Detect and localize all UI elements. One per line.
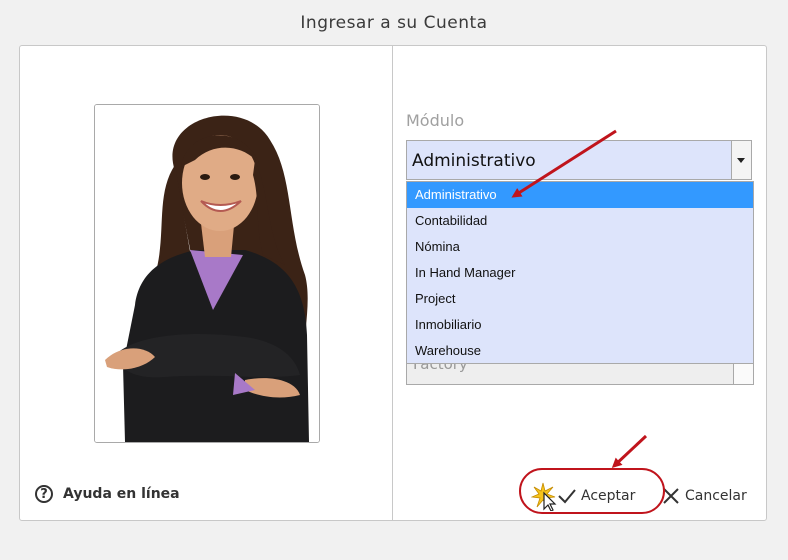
window-title: Ingresar a su Cuenta xyxy=(300,13,488,33)
module-options-list: Administrativo Contabilidad Nómina In Ha… xyxy=(406,181,754,364)
check-icon xyxy=(558,489,576,504)
module-option-contabilidad[interactable]: Contabilidad xyxy=(407,208,753,234)
module-option-in-hand-manager[interactable]: In Hand Manager xyxy=(407,260,753,286)
cancel-button[interactable]: Cancelar xyxy=(662,482,747,510)
woman-portrait-illustration xyxy=(95,105,319,442)
module-option-warehouse[interactable]: Warehouse xyxy=(407,338,753,364)
panel-divider xyxy=(392,46,393,520)
module-option-inmobiliario[interactable]: Inmobiliario xyxy=(407,312,753,338)
module-label: Módulo xyxy=(406,111,465,130)
question-circle-icon: ? xyxy=(35,485,53,503)
module-select[interactable]: Administrativo xyxy=(406,140,752,180)
online-help-label: Ayuda en línea xyxy=(63,486,180,502)
module-option-nomina[interactable]: Nómina xyxy=(407,234,753,260)
chevron-down-icon[interactable] xyxy=(731,141,751,179)
secondary-select-button[interactable] xyxy=(733,364,753,384)
module-select-value: Administrativo xyxy=(412,151,536,171)
accept-label: Aceptar xyxy=(581,488,636,504)
cancel-label: Cancelar xyxy=(685,488,747,504)
secondary-select[interactable]: Factory xyxy=(406,364,754,385)
sparkle-cursor-icon xyxy=(531,482,557,511)
accept-button[interactable]: Aceptar xyxy=(531,479,661,513)
login-panel: ? Ayuda en línea Módulo Administrativo A… xyxy=(19,45,767,521)
online-help-link[interactable]: ? Ayuda en línea xyxy=(35,483,180,505)
module-option-project[interactable]: Project xyxy=(407,286,753,312)
secondary-select-value: Factory xyxy=(413,364,468,373)
module-option-administrativo[interactable]: Administrativo xyxy=(407,182,753,208)
user-photo xyxy=(94,104,320,443)
close-icon xyxy=(663,488,679,504)
